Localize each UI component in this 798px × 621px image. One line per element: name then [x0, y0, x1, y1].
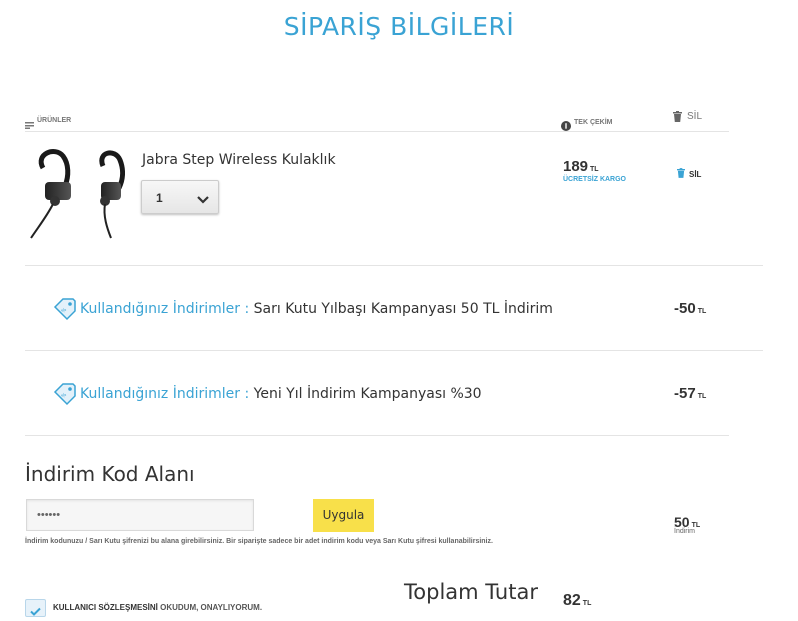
total-label: Toplam Tutar	[404, 580, 538, 604]
discount-label: Kullandığınız İndirimler :	[80, 386, 250, 402]
discount-label: Kullandığınız İndirimler :	[80, 301, 250, 317]
delete-button[interactable]: SİL	[677, 165, 701, 183]
product-name[interactable]: Jabra Step Wireless Kulaklık	[142, 152, 336, 168]
discount-code-input[interactable]	[26, 499, 254, 531]
price-currency: TL	[590, 166, 599, 173]
discount-text: Sarı Kutu Yılbaşı Kampanyası 50 TL İndir…	[253, 301, 553, 317]
delete-label: SİL	[689, 169, 702, 179]
discount-amount: -50 TL	[674, 300, 706, 318]
discount-code-heading: İndirim Kod Alanı	[25, 462, 195, 486]
free-shipping-label: ÜCRETSİZ KARGO	[563, 176, 626, 183]
discount-divider	[25, 435, 729, 436]
product-image	[25, 146, 125, 242]
agreement-link[interactable]: KULLANICI SÖZLEŞMESİNİ	[53, 603, 158, 612]
products-header: ÜRÜNLER	[37, 117, 72, 124]
price-value: 189	[563, 158, 589, 175]
trash-icon	[673, 109, 682, 127]
product-divider	[25, 265, 763, 266]
discount-amount-value: -50	[674, 300, 696, 317]
code-discount-sub: İndirim	[674, 528, 696, 535]
checkmark-icon	[30, 603, 41, 621]
delete-header: SİL	[687, 111, 703, 122]
trash-icon	[677, 165, 685, 183]
discount-code-note: İndirim kodunuzu / Sarı Kutu şifrenizi b…	[25, 538, 493, 545]
tag-icon: %	[53, 382, 77, 411]
discount-amount: -57 TL	[674, 385, 706, 403]
discount-row: Kullandığınız İndirimler : Sarı Kutu Yıl…	[80, 300, 553, 318]
total-currency: TL	[582, 600, 592, 607]
info-icon	[561, 118, 571, 136]
quantity-select[interactable]: 1	[141, 180, 219, 214]
page-title: SİPARİŞ BİLGİLERİ	[283, 12, 515, 41]
discount-row: Kullandığınız İndirimler : Yeni Yıl İndi…	[80, 385, 482, 403]
agreement-rest: OKUDUM, ONAYLIYORUM.	[157, 603, 263, 612]
agreement-text: KULLANICI SÖZLEŞMESİNİ OKUDUM, ONAYLIYOR…	[53, 603, 262, 612]
chevron-down-icon	[197, 193, 209, 207]
tag-icon: %	[53, 297, 77, 326]
discount-amount-value: -57	[674, 385, 696, 402]
quantity-value: 1	[156, 191, 163, 205]
apply-button[interactable]: Uygula	[313, 499, 374, 532]
discount-text: Yeni Yıl İndirim Kampanyası %30	[253, 386, 482, 402]
agreement-checkbox[interactable]	[25, 599, 46, 617]
header-divider	[25, 131, 729, 132]
discount-currency: TL	[697, 393, 707, 400]
total-amount: 82 TL	[563, 592, 591, 610]
discount-currency: TL	[697, 308, 707, 315]
single-payment-header: TEK ÇEKİM	[574, 119, 613, 126]
total-value: 82	[563, 592, 581, 609]
product-price: 189 TL	[563, 158, 599, 176]
discount-divider	[25, 350, 763, 351]
